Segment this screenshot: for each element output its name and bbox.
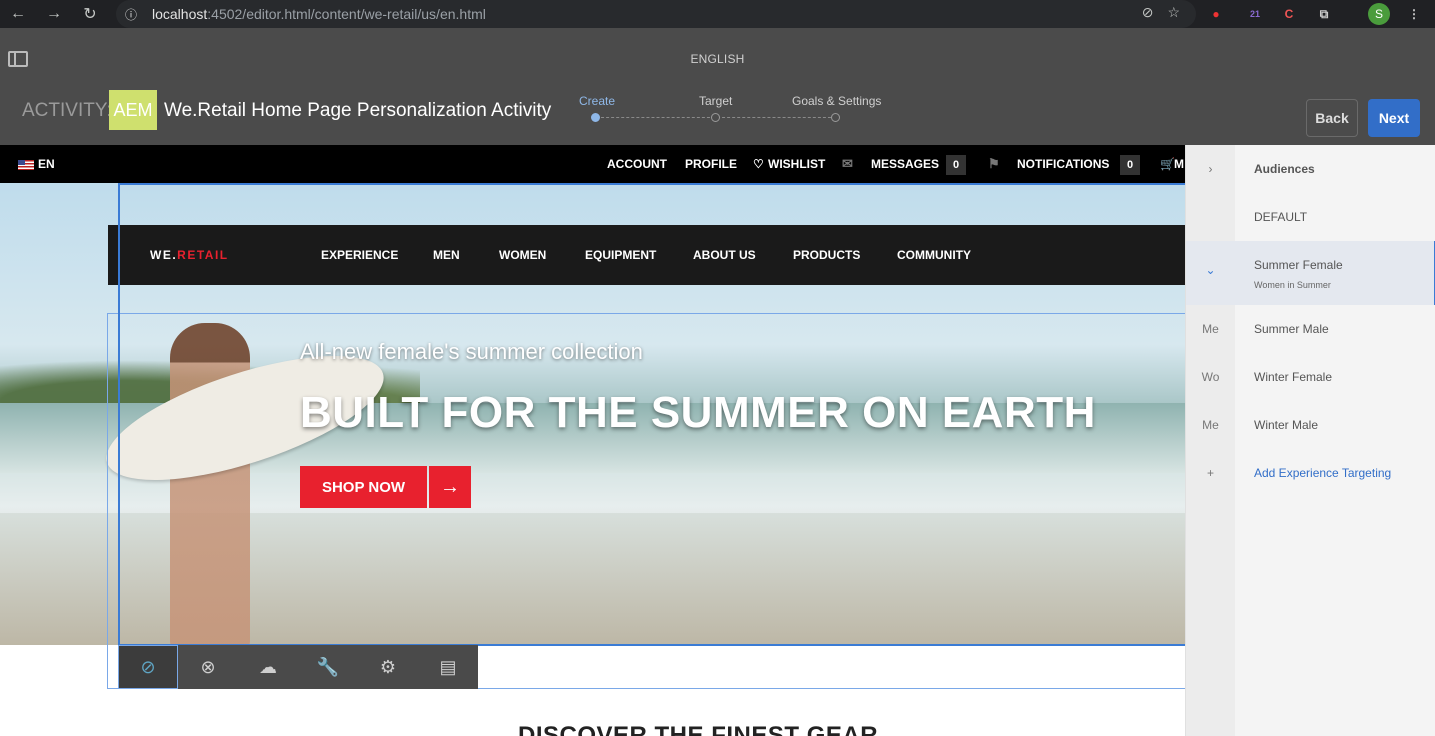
step-target[interactable]: Target: [699, 94, 732, 108]
add-experience-targeting-label[interactable]: Add Experience Targeting: [1254, 466, 1391, 480]
add-experience-targeting[interactable]: + Add Experience Targeting: [1186, 449, 1435, 497]
brand-badge: AEM: [109, 90, 157, 130]
audiences-header: › Audiences: [1186, 145, 1435, 193]
messages-link[interactable]: MESSAGES: [871, 157, 939, 171]
audience-label-summer-female: Summer Female: [1254, 258, 1343, 272]
profile-link[interactable]: PROFILE: [685, 157, 737, 171]
gear-icon[interactable]: ⚙: [358, 645, 418, 689]
disable-icon[interactable]: ⊘: [118, 645, 178, 689]
audience-item-summer-female[interactable]: ⌄ Summer Female Women in Summer: [1186, 241, 1435, 305]
url-host: localhost: [152, 6, 208, 22]
messages-count: 0: [946, 155, 966, 175]
audience-item-default[interactable]: DEFAULT: [1186, 193, 1435, 241]
audience-item-summer-male[interactable]: Me Summer Male: [1186, 305, 1435, 353]
back-button[interactable]: Back: [1306, 99, 1358, 137]
audience-label-winter-female: Winter Female: [1254, 370, 1333, 384]
envelope-icon: ✉: [842, 156, 853, 171]
back-arrow-icon[interactable]: ←: [0, 0, 36, 28]
language-label: ENGLISH: [690, 52, 745, 66]
logo-text-we: WE.: [150, 248, 178, 262]
site-top-bar: EN ACCOUNT PROFILE ♡ WISHLIST ✉ MESSAGES…: [0, 145, 1185, 183]
audience-item-winter-male[interactable]: Me Winter Male: [1186, 401, 1435, 449]
section-heading: DISCOVER THE FINEST GEAR: [518, 722, 879, 736]
plus-icon[interactable]: +: [1186, 466, 1235, 480]
extension-red-icon[interactable]: ●: [1205, 3, 1227, 25]
audiences-rail: › Audiences DEFAULT ⌄ Summer Female Wome…: [1185, 145, 1435, 736]
profile-initial: S: [1374, 7, 1383, 21]
nav-men[interactable]: MEN: [433, 248, 460, 262]
site-info-icon[interactable]: ⓘ: [120, 3, 142, 25]
url-text[interactable]: localhost:4502/editor.html/content/we-re…: [152, 6, 486, 22]
nav-experience[interactable]: EXPERIENCE: [321, 248, 398, 262]
hero-title: BUILT FOR THE SUMMER ON EARTH: [300, 388, 1096, 437]
step-dot-create: [591, 113, 600, 122]
wrench-icon[interactable]: 🔧: [298, 645, 358, 689]
we-retail-logo[interactable]: WE.RETAIL: [150, 248, 229, 262]
editor-header: ENGLISH ACTIVITY: AEM We.Retail Home Pag…: [0, 28, 1435, 145]
nav-about-us[interactable]: ABOUT US: [693, 248, 756, 262]
audience-label-default: DEFAULT: [1254, 210, 1308, 224]
chevron-right-icon[interactable]: ›: [1186, 162, 1235, 176]
url-path: :4502/editor.html/content/we-retail/us/e…: [207, 6, 486, 22]
step-goals-settings[interactable]: Goals & Settings: [792, 94, 881, 108]
arrow-right-icon[interactable]: →: [429, 466, 471, 508]
notifications-count: 0: [1120, 155, 1140, 175]
audience-sub-summer-female: Women in Summer: [1254, 280, 1331, 290]
notifications-link[interactable]: NOTIFICATIONS: [1017, 157, 1109, 171]
heart-icon: ♡: [753, 157, 764, 171]
nav-products[interactable]: PRODUCTS: [793, 248, 860, 262]
wishlist-link[interactable]: WISHLIST: [768, 157, 825, 171]
cart-icon: 🛒: [1160, 157, 1175, 171]
nav-women[interactable]: WOMEN: [499, 248, 546, 262]
cloud-upload-icon[interactable]: ☁: [238, 645, 298, 689]
audience-item-winter-female[interactable]: Wo Winter Female: [1186, 353, 1435, 401]
audiences-title: Audiences: [1254, 162, 1315, 176]
profile-avatar[interactable]: S: [1368, 3, 1390, 25]
activity-label: ACTIVITY:: [22, 100, 112, 121]
cart-link[interactable]: M: [1174, 157, 1184, 171]
audience-gutter-winter-male: Me: [1202, 418, 1219, 432]
hero-surfer-figure: [170, 323, 250, 645]
audience-label-summer-male: Summer Male: [1254, 322, 1329, 336]
chevron-down-icon[interactable]: ⌄: [1186, 263, 1235, 277]
logo-text-retail: RETAIL: [177, 248, 229, 262]
extensions-puzzle-icon[interactable]: ⧉: [1313, 3, 1335, 25]
list-details-icon[interactable]: ▤: [418, 645, 478, 689]
browser-menu-icon[interactable]: ⋮: [1403, 3, 1425, 25]
next-button[interactable]: Next: [1368, 99, 1420, 137]
step-create[interactable]: Create: [579, 94, 615, 108]
audience-gutter-summer-male: Me: [1202, 322, 1219, 336]
page-canvas: EN ACCOUNT PROFILE ♡ WISHLIST ✉ MESSAGES…: [0, 145, 1185, 736]
hero-subtitle: All-new female's summer collection: [300, 339, 643, 364]
step-dot-target: [711, 113, 720, 122]
bookmark-star-icon[interactable]: ☆: [1167, 4, 1180, 21]
account-link[interactable]: ACCOUNT: [607, 157, 667, 171]
forward-arrow-icon[interactable]: →: [36, 0, 72, 28]
extension-c-icon[interactable]: C: [1278, 3, 1300, 25]
audience-gutter-winter-female: Wo: [1201, 370, 1220, 384]
hero-banner[interactable]: WE.RETAIL EXPERIENCE MEN WOMEN EQUIPMENT…: [0, 183, 1185, 645]
activity-name: We.Retail Home Page Personalization Acti…: [164, 100, 552, 121]
step-dot-goals: [831, 113, 840, 122]
browser-toolbar: ← → ↻ ⓘ localhost:4502/editor.html/conte…: [0, 0, 1435, 28]
nav-community[interactable]: COMMUNITY: [897, 248, 971, 262]
extension-badge-icon[interactable]: 21: [1244, 3, 1266, 25]
flag-icon: ⚑: [988, 156, 1000, 171]
site-language[interactable]: EN: [38, 157, 55, 171]
shop-now-button[interactable]: SHOP NOW: [300, 466, 427, 508]
reload-icon[interactable]: ↻: [72, 0, 108, 28]
delete-circle-icon[interactable]: ⊗: [178, 645, 238, 689]
nav-equipment[interactable]: EQUIPMENT: [585, 248, 656, 262]
component-toolbar: ⊘ ⊗ ☁ 🔧 ⚙ ▤: [118, 645, 478, 689]
us-flag-icon: [18, 160, 34, 170]
audience-label-winter-male: Winter Male: [1254, 418, 1319, 432]
address-bar[interactable]: ⓘ localhost:4502/editor.html/content/we-…: [116, 0, 1196, 28]
eye-off-icon[interactable]: ⊘: [1142, 4, 1154, 21]
site-nav-bar: WE.RETAIL EXPERIENCE MEN WOMEN EQUIPMENT…: [108, 225, 1185, 285]
extension-badge-count: 21: [1249, 9, 1260, 19]
wizard-steps: Create Target Goals & Settings: [560, 92, 900, 132]
